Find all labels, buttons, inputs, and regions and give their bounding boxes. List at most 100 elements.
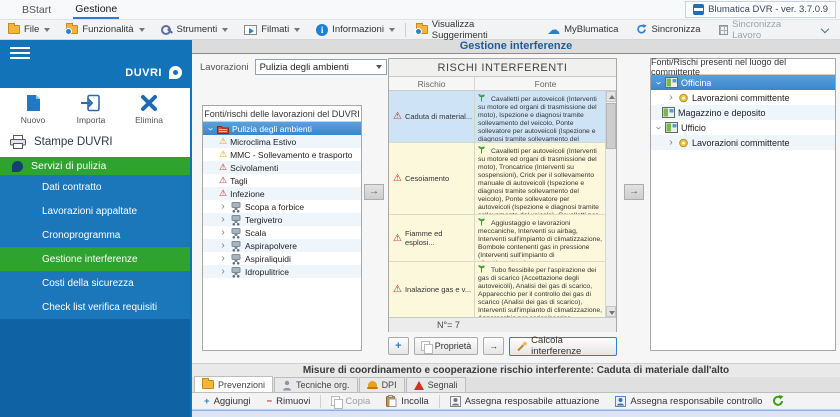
menu-sincronizza[interactable]: Sincronizza: [628, 24, 708, 35]
toolbar-separator: [438, 394, 440, 408]
move-right-button[interactable]: →: [364, 184, 384, 200]
expander-icon[interactable]: ›: [667, 92, 675, 102]
equipment-icon: [231, 214, 241, 226]
tree-item[interactable]: Magazzino e deposito: [651, 105, 835, 120]
site-icon: [662, 107, 675, 118]
move-risk-button[interactable]: →: [483, 337, 504, 355]
importa-button[interactable]: Importa: [62, 92, 120, 125]
tab-gestione[interactable]: Gestione: [73, 0, 120, 19]
paste-icon: [386, 395, 397, 407]
table-row[interactable]: ⚠ Cesoiamento Cavalletti per autoveicoli …: [389, 143, 616, 215]
expander-icon[interactable]: ›: [667, 137, 675, 147]
menu-myblumatica[interactable]: ☁ MyBlumatica: [539, 23, 626, 36]
incolla-button[interactable]: Incolla: [380, 395, 434, 407]
add-risk-button[interactable]: +: [388, 337, 409, 355]
menu-strumenti[interactable]: Strumenti: [153, 20, 237, 39]
menu-funzionalita[interactable]: Funzionalità: [58, 20, 152, 39]
copy-icon: [331, 395, 344, 409]
column-fonte[interactable]: Fonte: [475, 77, 616, 90]
menu-filmati[interactable]: Filmati: [236, 20, 308, 39]
wand-icon: [517, 341, 528, 352]
tree-item[interactable]: ⚠ Microclima Estivo: [203, 135, 361, 148]
risk-table-panel: RISCHI INTERFERENTI Rischio Fonte ⚠ Cadut…: [388, 58, 617, 332]
table-row[interactable]: ⚠ Fiamme ed esplosi... Aggiustaggio e lav…: [389, 215, 616, 262]
tree-item[interactable]: › Ufficio: [651, 120, 835, 135]
expander-icon[interactable]: ›: [219, 253, 227, 263]
sidebar-item-gestione-interferenze[interactable]: Gestione interferenze: [0, 247, 190, 271]
assegna-controllo-button[interactable]: Assegna responsabile controllo: [609, 395, 768, 407]
expander-icon[interactable]: ›: [205, 125, 216, 133]
tree-item[interactable]: › Aspirapolvere: [203, 239, 361, 252]
person-check-icon: [615, 395, 627, 407]
nuovo-button[interactable]: Nuovo: [4, 92, 62, 125]
toolbar-separator: [404, 22, 406, 37]
menu-file[interactable]: File: [0, 20, 58, 39]
tree-item[interactable]: ⚠ Tagli: [203, 174, 361, 187]
expander-icon[interactable]: ›: [219, 214, 227, 224]
calcola-interferenze-button[interactable]: Calcola interferenze: [508, 335, 618, 357]
tab-bstart[interactable]: BStart: [20, 1, 53, 18]
tree-item[interactable]: ⚠ Scivolamenti: [203, 161, 361, 174]
aggiungi-button[interactable]: + Aggiungi: [198, 396, 257, 407]
tab-tecniche-org[interactable]: Tecniche org.: [274, 377, 358, 392]
menu-visualizza-suggerimenti[interactable]: Visualizza Suggerimenti: [408, 19, 539, 41]
equipment-icon: [231, 253, 241, 265]
menu-informazioni[interactable]: i Informazioni: [308, 20, 403, 39]
vertical-scrollbar[interactable]: [605, 91, 616, 317]
column-rischio[interactable]: Rischio: [389, 77, 475, 90]
tree-item[interactable]: › Idropulitrice: [203, 265, 361, 278]
folder-icon: [8, 23, 20, 34]
tree-item[interactable]: › Tergivetro: [203, 213, 361, 226]
expander-icon[interactable]: ›: [653, 124, 664, 132]
tree-item[interactable]: ⚠ Infezione: [203, 187, 361, 200]
hamburger-menu-icon[interactable]: [10, 47, 30, 60]
sidebar-item-lavorazioni-appaltate[interactable]: Lavorazioni appaltate: [0, 199, 190, 223]
lavorazioni-select[interactable]: Pulizia degli ambienti: [254, 59, 387, 75]
person-icon: [283, 380, 292, 390]
expander-icon[interactable]: ›: [219, 227, 227, 237]
tab-segnali[interactable]: Segnali: [405, 377, 466, 392]
app-version-label: Blumatica DVR - ver. 3.7.0.9: [708, 4, 828, 15]
expander-icon[interactable]: ›: [219, 201, 227, 211]
expander-icon[interactable]: ›: [653, 79, 664, 87]
tree-item[interactable]: › Officina: [651, 75, 835, 90]
works-icon: [679, 138, 688, 147]
tab-dpi[interactable]: DPI: [358, 377, 405, 392]
tree-item[interactable]: › Scopa a forbice: [203, 200, 361, 213]
sidebar-item-costi-sicurezza[interactable]: Costi della sicurezza: [0, 271, 190, 295]
tree-item[interactable]: › Aspiraliquidi: [203, 252, 361, 265]
site-icon: [665, 122, 678, 133]
stampe-duvri-button[interactable]: Stampe DUVRI: [0, 127, 190, 157]
copia-button[interactable]: Copia: [325, 395, 376, 409]
tree-item[interactable]: › Pulizia degli ambienti: [203, 122, 361, 135]
table-row[interactable]: ⚠ Caduta di material... Cavalletti per au…: [389, 91, 616, 143]
sidebar-item-dati-contratto[interactable]: Dati contratto: [0, 175, 190, 199]
tab-prevenzioni[interactable]: Prevenzioni: [194, 376, 274, 392]
expander-icon[interactable]: ›: [219, 240, 227, 250]
tree-item[interactable]: › Lavorazioni committente: [651, 135, 835, 150]
key-icon: [160, 24, 173, 36]
folder-yellow-icon: [202, 378, 214, 389]
scroll-up-icon[interactable]: [606, 91, 616, 102]
sidebar-item-check-list[interactable]: Check list verifica requisiti: [0, 295, 190, 319]
refresh-green-icon[interactable]: [772, 395, 784, 407]
sidebar-item-cronoprogramma[interactable]: Cronoprogramma: [0, 223, 190, 247]
window-titlebar: BStart Gestione Blumatica DVR - ver. 3.7…: [0, 0, 840, 20]
expander-icon[interactable]: ›: [219, 266, 227, 276]
move-right-button[interactable]: →: [624, 184, 644, 200]
menu-sincronizza-lavoro[interactable]: Sincronizza Lavoro: [711, 19, 817, 41]
tree-item[interactable]: › Lavorazioni committente: [651, 90, 835, 105]
elimina-button[interactable]: Elimina: [120, 92, 178, 125]
scroll-down-icon[interactable]: [606, 306, 616, 317]
toolbar-overflow-chevron-icon[interactable]: [820, 24, 830, 33]
table-row[interactable]: ⚠ Inalazione gas e v... Tubo flessibile p…: [389, 262, 616, 317]
tree-item[interactable]: › Scala: [203, 226, 361, 239]
risk-table-columns: Rischio Fonte: [389, 77, 616, 91]
scrollbar-thumb[interactable]: [606, 103, 616, 149]
sidebar-service-header[interactable]: Servizi di pulizia: [0, 157, 190, 175]
assegna-attuazione-button[interactable]: Assegna resposabile attuazione: [444, 395, 606, 407]
proprieta-button[interactable]: Proprietà: [413, 337, 479, 355]
chevron-down-icon: [44, 27, 51, 32]
tree-item[interactable]: ⚠ MMC - Sollevamento e trasporto: [203, 148, 361, 161]
rimuovi-button[interactable]: − Rimuovi: [261, 396, 317, 407]
